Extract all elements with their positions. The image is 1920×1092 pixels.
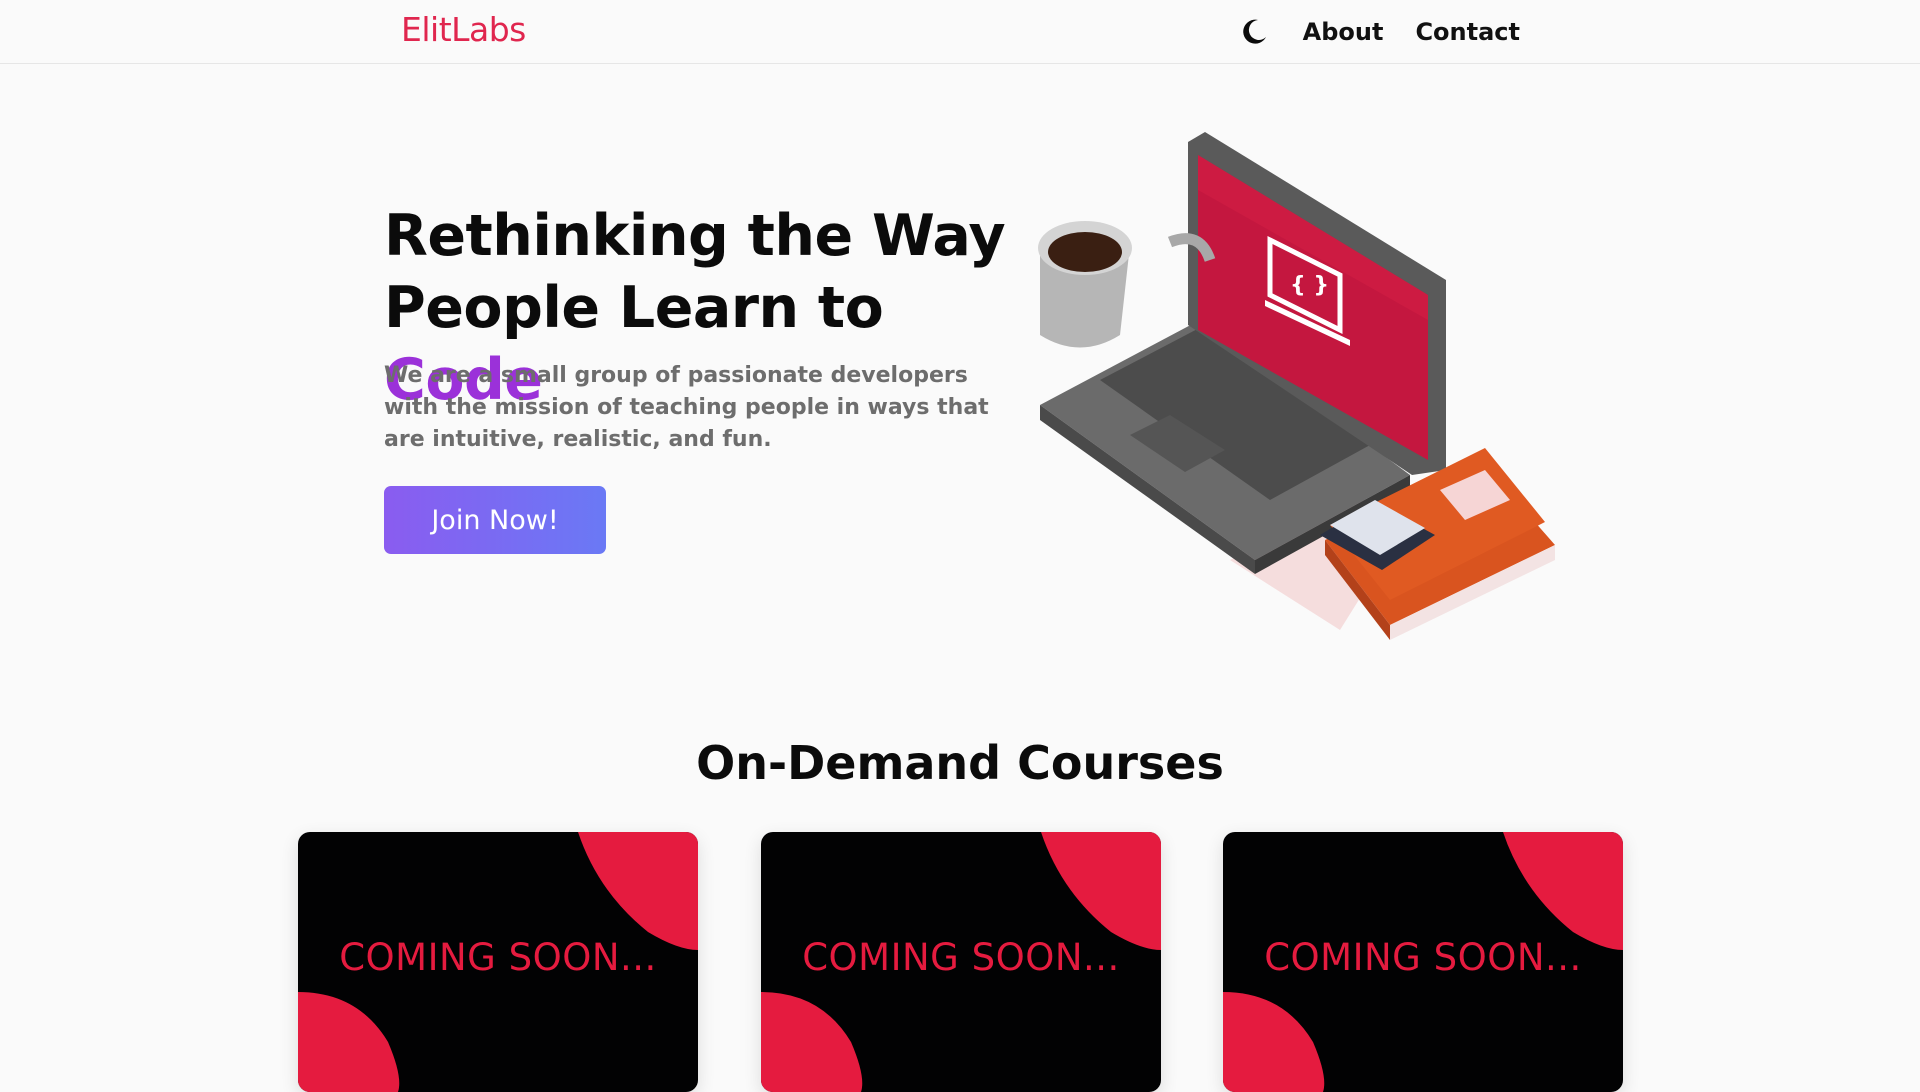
hero-subtitle: We are a small group of passionate devel… <box>384 363 989 452</box>
hero-title-text: Rethinking the Way People Learn to <box>384 203 1006 341</box>
screen-code-glyph: { } <box>1290 273 1329 298</box>
nav-link-about[interactable]: About <box>1303 18 1384 46</box>
join-now-button[interactable]: Join Now! <box>384 486 606 554</box>
logo[interactable]: ElitLabs <box>401 10 526 49</box>
main-nav: About Contact <box>1237 0 1520 64</box>
theme-toggle-button[interactable] <box>1237 15 1271 49</box>
course-card-label: COMING SOON... <box>802 936 1120 979</box>
courses-section-title: On-Demand Courses <box>696 736 1224 790</box>
nav-link-contact[interactable]: Contact <box>1415 18 1520 46</box>
course-card[interactable]: COMING SOON... <box>298 832 698 1092</box>
top-navbar: ElitLabs About Contact <box>0 0 1920 64</box>
course-card[interactable]: COMING SOON... <box>1223 832 1623 1092</box>
moon-icon <box>1242 19 1266 44</box>
course-card-label: COMING SOON... <box>1264 936 1582 979</box>
laptop-coffee-books-illustration: { } <box>1038 132 1555 640</box>
course-card[interactable]: COMING SOON... <box>761 832 1161 1092</box>
course-card-label: COMING SOON... <box>339 936 657 979</box>
